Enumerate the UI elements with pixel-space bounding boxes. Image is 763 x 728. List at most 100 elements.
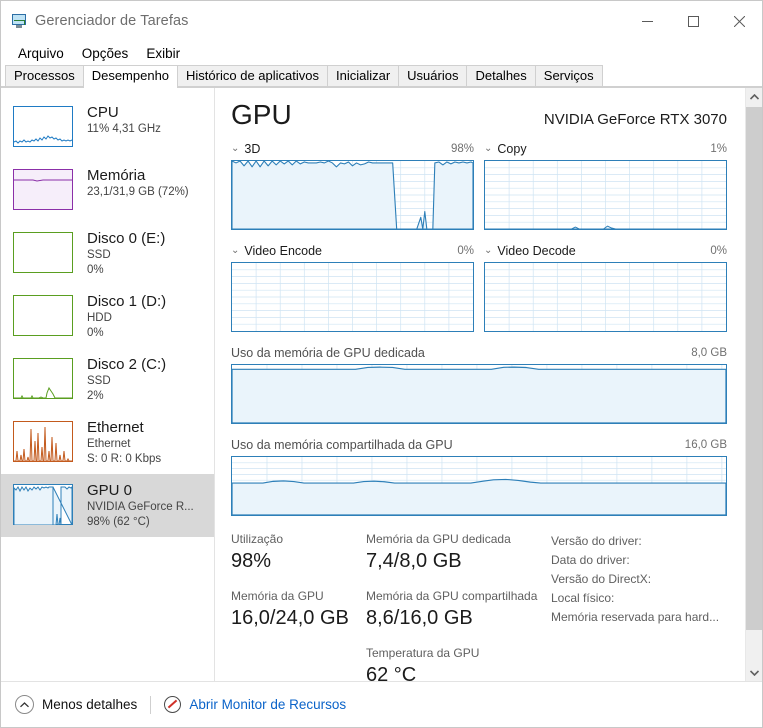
sidebar-item-sub1: SSD <box>87 249 111 261</box>
window-controls <box>624 1 762 41</box>
chevron-up-circle-icon <box>15 695 34 714</box>
tab-usuarios[interactable]: Usuários <box>398 65 468 87</box>
close-button[interactable] <box>716 1 762 41</box>
scrollbar-thumb[interactable] <box>746 107 762 630</box>
memory-thumbnail-graph <box>13 169 73 210</box>
tab-desempenho[interactable]: Desempenho <box>82 65 179 88</box>
sidebar-item-text: GPU 0 NVIDIA GeForce R... 98% (62 °C) <box>87 481 194 530</box>
stat-label: Utilização <box>231 532 284 546</box>
sidebar-item-sub1: 23,1/31,9 GB (72%) <box>87 186 189 198</box>
maximize-button[interactable] <box>670 1 716 41</box>
sidebar-item-title: Memória <box>87 167 146 184</box>
resource-sidebar: CPU 11% 4,31 GHz Memória 23,1/31,9 GB (7… <box>1 88 215 681</box>
stat-label: Memória da GPU compartilhada <box>366 589 538 603</box>
disk2-thumbnail-graph <box>13 358 73 399</box>
gpu-device-name: NVIDIA GeForce RTX 3070 <box>543 111 727 128</box>
sidebar-item-text: Disco 1 (D:) HDD 0% <box>87 292 166 341</box>
tab-historico-de-aplicativos[interactable]: Histórico de aplicativos <box>177 65 328 87</box>
engine-name: Video Encode <box>244 244 323 258</box>
sidebar-item-title: Disco 1 (D:) <box>87 293 167 310</box>
scroll-up-arrow-icon[interactable] <box>746 88 762 105</box>
menu-item-opcoes[interactable]: Opções <box>73 44 138 63</box>
task-manager-window: Gerenciador de Tarefas Arquivo Opções Ex… <box>0 0 763 728</box>
engine-value: 0% <box>457 245 474 257</box>
menu-bar: Arquivo Opções Exibir <box>1 41 762 65</box>
gpu-header: GPU NVIDIA GeForce RTX 3070 <box>231 98 727 132</box>
stat-label: Temperatura da GPU <box>366 646 480 660</box>
engine-label-video-encode[interactable]: ⌄ Video Encode 0% <box>231 242 474 260</box>
info-driver-version: Versão do driver: <box>551 534 642 548</box>
task-manager-icon <box>11 13 27 29</box>
sidebar-item-cpu[interactable]: CPU 11% 4,31 GHz <box>1 96 214 159</box>
engine-label-3d[interactable]: ⌄ 3D 98% <box>231 140 474 158</box>
stat-value: 8,6/16,0 GB <box>366 607 473 629</box>
scrollbar-track[interactable] <box>746 105 762 664</box>
gpu-stats: Utilização 98% Memória da GPU 16,0/24,0 … <box>231 530 727 701</box>
sidebar-item-title: CPU <box>87 104 119 121</box>
scroll-down-arrow-icon[interactable] <box>746 664 762 681</box>
engine-label-copy[interactable]: ⌄ Copy 1% <box>484 140 727 158</box>
tab-detalhes[interactable]: Detalhes <box>466 65 536 87</box>
engine-value: 1% <box>710 143 727 155</box>
sidebar-item-ethernet[interactable]: Ethernet Ethernet S: 0 R: 0 Kbps <box>1 411 214 474</box>
engine-row-2: ⌄ Video Encode 0% ⌄ Video Decode 0% <box>231 242 727 332</box>
menu-item-exibir[interactable]: Exibir <box>137 44 189 63</box>
status-divider <box>150 695 152 714</box>
sidebar-item-gpu-0[interactable]: GPU 0 NVIDIA GeForce R... 98% (62 °C) <box>1 474 214 537</box>
engine-label-video-decode[interactable]: ⌄ Video Decode 0% <box>484 242 727 260</box>
chevron-down-icon: ⌄ <box>231 143 240 154</box>
vertical-scrollbar[interactable] <box>745 88 762 681</box>
main-pane: GPU NVIDIA GeForce RTX 3070 ⌄ 3D 98% ⌄ C… <box>215 88 762 686</box>
memory-name: Uso da memória de GPU dedicada <box>231 346 425 360</box>
engine-value: 0% <box>710 245 727 257</box>
sidebar-item-sub1: Ethernet <box>87 438 131 450</box>
ethernet-thumbnail-graph <box>13 421 73 462</box>
tab-processos[interactable]: Processos <box>5 65 84 87</box>
engine-cell-video-encode: ⌄ Video Encode 0% <box>231 242 474 332</box>
sidebar-item-sub2: 0% <box>87 327 104 339</box>
content-area: CPU 11% 4,31 GHz Memória 23,1/31,9 GB (7… <box>1 87 762 686</box>
sidebar-item-memoria[interactable]: Memória 23,1/31,9 GB (72%) <box>1 159 214 222</box>
sidebar-item-sub1: HDD <box>87 312 112 324</box>
disk0-thumbnail-graph <box>13 232 73 273</box>
sidebar-item-text: Disco 0 (E:) SSD 0% <box>87 229 165 278</box>
stat-label: Memória da GPU dedicada <box>366 532 511 546</box>
stat-value: 7,4/8,0 GB <box>366 550 462 572</box>
less-details-label: Menos detalhes <box>42 697 138 712</box>
less-details-button[interactable]: Menos detalhes <box>15 695 137 714</box>
sidebar-item-title: Disco 2 (C:) <box>87 356 167 373</box>
sidebar-item-sub2: 0% <box>87 264 104 276</box>
menu-item-arquivo[interactable]: Arquivo <box>9 44 73 63</box>
graph-shared-memory <box>231 456 727 516</box>
memory-label-dedicated: Uso da memória de GPU dedicada 8,0 GB <box>231 344 727 362</box>
stat-value: 16,0/24,0 GB <box>231 607 349 629</box>
graph-video-decode <box>484 262 727 332</box>
stats-column-1: Utilização 98% Memória da GPU 16,0/24,0 … <box>231 530 366 701</box>
info-directx-version: Versão do DirectX: <box>551 572 652 586</box>
tab-inicializar[interactable]: Inicializar <box>326 65 400 87</box>
memory-max: 8,0 GB <box>691 347 727 359</box>
sidebar-item-disco-1[interactable]: Disco 1 (D:) HDD 0% <box>1 285 214 348</box>
stat-memoria-da-gpu: Memória da GPU 16,0/24,0 GB <box>231 587 366 632</box>
engine-cell-3d: ⌄ 3D 98% <box>231 140 474 230</box>
sidebar-item-sub2: 98% (62 °C) <box>87 516 150 528</box>
stats-column-2: Memória da GPU dedicada 7,4/8,0 GB Memór… <box>366 530 551 701</box>
sidebar-item-text: Disco 2 (C:) SSD 2% <box>87 355 166 404</box>
engine-row-1: ⌄ 3D 98% ⌄ Copy 1% <box>231 140 727 230</box>
stat-memoria-dedicada: Memória da GPU dedicada 7,4/8,0 GB <box>366 530 551 575</box>
sidebar-item-disco-0[interactable]: Disco 0 (E:) SSD 0% <box>1 222 214 285</box>
engine-cell-copy: ⌄ Copy 1% <box>484 140 727 230</box>
chevron-down-icon: ⌄ <box>484 245 493 256</box>
sidebar-item-sub1: 11% 4,31 GHz <box>87 123 161 135</box>
title-bar[interactable]: Gerenciador de Tarefas <box>1 1 762 41</box>
resource-monitor-icon <box>164 696 182 713</box>
graph-copy <box>484 160 727 230</box>
stat-value: 62 °C <box>366 664 417 686</box>
minimize-button[interactable] <box>624 1 670 41</box>
sidebar-item-title: Disco 0 (E:) <box>87 230 166 247</box>
sidebar-item-text: Ethernet Ethernet S: 0 R: 0 Kbps <box>87 418 161 467</box>
tab-servicos[interactable]: Serviços <box>534 65 603 87</box>
graph-video-encode <box>231 262 474 332</box>
sidebar-item-disco-2[interactable]: Disco 2 (C:) SSD 2% <box>1 348 214 411</box>
memory-label-shared: Uso da memória compartilhada da GPU 16,0… <box>231 436 727 454</box>
